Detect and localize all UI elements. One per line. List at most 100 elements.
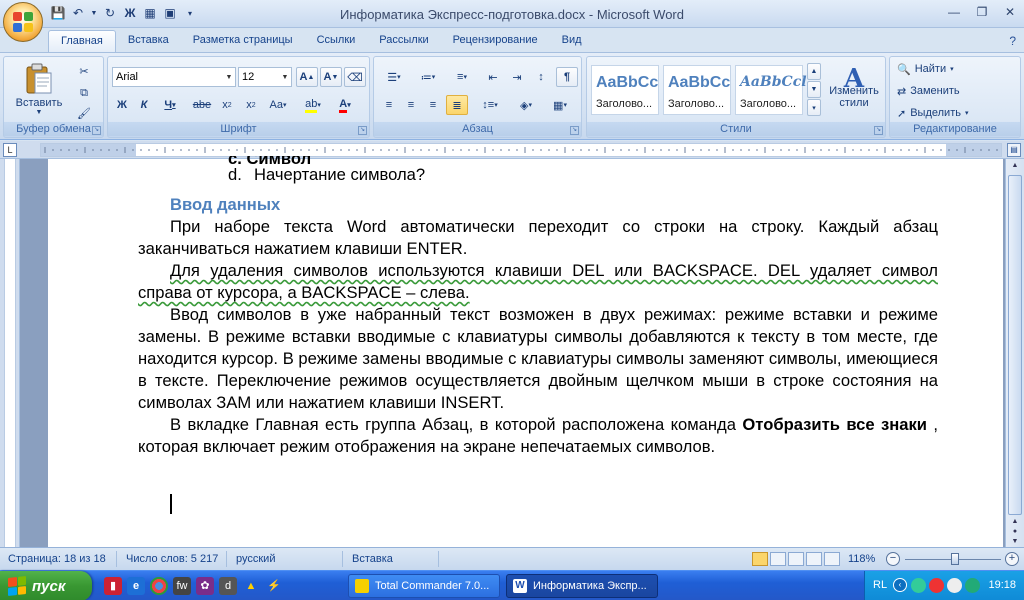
align-left-icon[interactable]: ≡ xyxy=(378,95,400,115)
italic-button[interactable]: К xyxy=(134,95,154,115)
horizontal-ruler[interactable] xyxy=(40,143,1002,157)
tab-mailings[interactable]: Рассылки xyxy=(367,30,440,52)
paste-button[interactable]: Вставить ▼ xyxy=(10,59,68,119)
binoculars-icon: 🔍 xyxy=(897,63,911,76)
style-tile-heading1[interactable]: AaBbCc Заголово... xyxy=(591,65,659,115)
view-draft-icon[interactable] xyxy=(824,552,840,566)
shrink-font-button[interactable]: A ▼ xyxy=(320,67,342,87)
tab-view[interactable]: Вид xyxy=(550,30,594,52)
status-page[interactable]: Страница: 18 из 18 xyxy=(8,553,106,565)
vertical-scrollbar[interactable]: ▲ ▲ ● ▼ xyxy=(1005,159,1024,547)
minimize-button[interactable]: — xyxy=(944,4,964,20)
justify-icon[interactable]: ≣ xyxy=(446,95,468,115)
view-print-layout-icon[interactable] xyxy=(752,552,768,566)
document-text[interactable]: c. Символ d. Начертание символа? Ввод да… xyxy=(138,156,938,458)
borders-icon[interactable]: ▦ ▾ xyxy=(544,95,576,115)
tray-volume-icon[interactable] xyxy=(947,578,962,593)
line-spacing-icon[interactable]: ↕≡ ▾ xyxy=(474,95,506,115)
bullets-icon[interactable]: ☰ ▾ xyxy=(378,67,410,87)
tab-references[interactable]: Ссылки xyxy=(305,30,368,52)
clear-format-button[interactable]: ⌫ xyxy=(344,67,366,87)
task-total-commander[interactable]: Total Commander 7.0... xyxy=(348,574,500,598)
align-right-icon[interactable]: ≡ xyxy=(422,95,444,115)
tab-selector-icon[interactable]: L xyxy=(3,143,17,157)
subscript-button[interactable]: x2 xyxy=(216,95,238,115)
app-fw-icon[interactable]: fw xyxy=(173,577,191,595)
status-words[interactable]: Число слов: 5 217 xyxy=(126,553,218,565)
grow-font-button[interactable]: A ▲ xyxy=(296,67,318,87)
scroll-up-icon[interactable]: ▲ xyxy=(1008,159,1022,173)
tab-insert[interactable]: Вставка xyxy=(116,30,181,52)
app-warning-icon[interactable]: ▲ xyxy=(242,577,260,595)
highlight-button[interactable]: ab ▾ xyxy=(298,95,328,115)
status-insert-mode[interactable]: Вставка xyxy=(352,553,393,565)
start-button[interactable]: пуск xyxy=(0,571,92,600)
superscript-button[interactable]: x2 xyxy=(240,95,262,115)
select-button[interactable]: ➚ Выделить ▾ xyxy=(896,103,986,123)
replace-button[interactable]: ⇄ Заменить xyxy=(896,81,976,101)
change-case-button[interactable]: Aa ▾ xyxy=(264,95,292,115)
tab-review[interactable]: Рецензирование xyxy=(441,30,550,52)
scrollbar-thumb[interactable] xyxy=(1008,175,1022,515)
app-ps-icon[interactable]: ✿ xyxy=(196,577,214,595)
app-d-icon[interactable]: d xyxy=(219,577,237,595)
sort-icon[interactable]: ↕ xyxy=(530,67,552,87)
cut-icon[interactable]: ✂ xyxy=(74,61,94,81)
style-tile-heading3[interactable]: AaBbCcl Заголово... xyxy=(735,65,807,115)
ie-icon[interactable]: e xyxy=(127,577,145,595)
office-button[interactable] xyxy=(3,2,43,42)
view-outline-icon[interactable] xyxy=(806,552,822,566)
view-web-layout-icon[interactable] xyxy=(788,552,804,566)
increase-indent-icon[interactable]: ⇥ xyxy=(506,67,528,87)
find-button[interactable]: 🔍 Найти ▾ xyxy=(896,59,976,79)
paragraph-launcher-icon[interactable]: ↘ xyxy=(570,126,579,135)
styles-scroll-up-icon[interactable]: ▲ xyxy=(807,63,821,80)
font-family-combo[interactable]: Arial ▼ xyxy=(112,67,236,87)
quicklaunch-app-icon[interactable]: ▮ xyxy=(104,577,122,595)
copy-icon[interactable]: ⧉ xyxy=(74,83,94,103)
tab-page-layout[interactable]: Разметка страницы xyxy=(181,30,305,52)
task-word[interactable]: W Информатика Экспр... xyxy=(506,574,658,598)
tray-app-icon[interactable] xyxy=(965,578,980,593)
align-center-icon[interactable]: ≡ xyxy=(400,95,422,115)
view-ruler-icon[interactable]: ▤ xyxy=(1007,143,1021,157)
underline-button[interactable]: Ч ▾ xyxy=(156,95,184,115)
tray-expand-icon[interactable]: ‹ xyxy=(893,578,907,592)
zoom-level[interactable]: 118% xyxy=(848,553,875,565)
clipboard-launcher-icon[interactable]: ↘ xyxy=(92,126,101,135)
status-language[interactable]: русский xyxy=(236,553,275,565)
zoom-in-icon[interactable]: + xyxy=(1005,552,1019,566)
help-icon[interactable]: ? xyxy=(1009,34,1016,48)
tray-security-icon[interactable] xyxy=(929,578,944,593)
decrease-indent-icon[interactable]: ⇤ xyxy=(482,67,504,87)
zoom-out-icon[interactable]: − xyxy=(886,552,900,566)
shading-icon[interactable]: ◈ ▾ xyxy=(510,95,542,115)
clock[interactable]: 19:18 xyxy=(988,579,1016,591)
zoom-slider-thumb[interactable] xyxy=(951,553,959,565)
change-styles-button[interactable]: A Изменить стили xyxy=(825,61,883,121)
style-tile-heading2[interactable]: AaBbCc Заголово... xyxy=(663,65,731,115)
view-full-screen-icon[interactable] xyxy=(770,552,786,566)
font-size-combo[interactable]: 12 ▼ xyxy=(238,67,292,87)
styles-more-icon[interactable]: ▾ xyxy=(807,99,821,116)
tray-network-icon[interactable] xyxy=(911,578,926,593)
bold-button[interactable]: Ж xyxy=(112,95,132,115)
multilevel-list-icon[interactable]: ≡ ▾ xyxy=(446,67,478,87)
styles-scroll-down-icon[interactable]: ▼ xyxy=(807,81,821,98)
total-commander-icon xyxy=(355,579,369,593)
chrome-icon[interactable] xyxy=(150,577,168,595)
change-styles-label: Изменить стили xyxy=(829,85,879,109)
numbering-icon[interactable]: ≔ ▾ xyxy=(412,67,444,87)
close-button[interactable]: ✕ xyxy=(1000,4,1020,20)
tab-home[interactable]: Главная xyxy=(48,30,116,52)
maximize-button[interactable]: ❐ xyxy=(972,4,992,20)
show-marks-icon[interactable]: ¶ xyxy=(556,67,578,87)
strikethrough-button[interactable]: abe xyxy=(190,95,214,115)
styles-launcher-icon[interactable]: ↘ xyxy=(874,126,883,135)
language-indicator[interactable]: RL xyxy=(873,579,887,591)
font-color-button[interactable]: A ▾ xyxy=(330,95,360,115)
app-flash-icon[interactable]: ⚡ xyxy=(265,577,283,595)
format-painter-icon[interactable]: 🖌 xyxy=(74,103,94,123)
font-launcher-icon[interactable]: ↘ xyxy=(358,126,367,135)
list-marker: d. xyxy=(228,165,242,184)
